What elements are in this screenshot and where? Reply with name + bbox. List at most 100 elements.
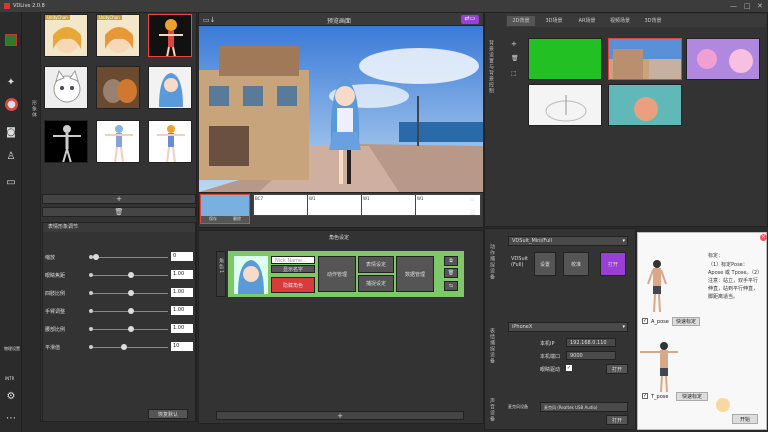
param-slider-knob[interactable] — [128, 326, 134, 332]
more-icon[interactable]: ⋯ — [5, 412, 17, 424]
tab-ar-scene[interactable]: AR场景 — [573, 16, 601, 26]
avatar-thumb-8[interactable] — [96, 120, 140, 163]
add-avatar-button[interactable]: + — [42, 194, 196, 204]
preview-viewport[interactable] — [199, 26, 483, 192]
sidebar-intr-label[interactable]: INTR — [5, 376, 14, 381]
delete-avatar-button[interactable]: 🗑 — [42, 207, 196, 217]
tab-3d-scene[interactable]: 3D场景 — [540, 16, 568, 26]
port-field[interactable]: 9000 — [566, 351, 616, 360]
param-slider-track[interactable] — [93, 257, 168, 258]
tpose-checkbox[interactable]: ✓ — [642, 393, 648, 399]
param-row: 眼睛焦距 1.00 — [45, 270, 195, 280]
keyboard-icon[interactable]: ▭ — [5, 176, 17, 188]
role-avatar-image — [238, 260, 264, 294]
maximize-button[interactable]: □ — [744, 2, 751, 10]
audio-label: 麦克风设备 — [508, 404, 528, 409]
sidebar-physics-label[interactable]: 物理设置 — [4, 346, 20, 352]
param-value-field[interactable]: 0 — [171, 252, 193, 261]
nickname-input[interactable]: Nick Name... — [271, 256, 315, 264]
crop-bg-icon[interactable]: ⬚ — [511, 70, 517, 77]
param-value-field[interactable]: 1.00 — [171, 288, 193, 297]
settings-icon[interactable]: ⚙ — [5, 390, 17, 402]
output-toggle-icon[interactable]: ⇄▭ — [461, 15, 479, 24]
tab-2d-bg[interactable]: 2D背景 — [507, 16, 535, 26]
body-params-title: 表情形象调节 — [43, 223, 195, 232]
close-popup-icon[interactable]: × — [760, 234, 767, 241]
calibration-heading: 标定： — [708, 253, 724, 259]
show-name-button[interactable]: 显示名字 — [271, 265, 315, 273]
apose-quick-button[interactable]: 快速标定 — [672, 317, 700, 326]
avatar-tab-icon[interactable]: ● — [5, 98, 18, 111]
role-delete-icon[interactable]: 🗑 — [444, 268, 458, 278]
capture-settings-button[interactable]: 捕捉设定 — [358, 275, 394, 292]
scene-settings-icon[interactable]: ☰ — [470, 210, 475, 217]
eye-drive-checkbox[interactable]: ✓ — [566, 365, 572, 371]
param-slider-knob[interactable] — [93, 254, 99, 260]
bg-thumb-teal[interactable] — [608, 84, 682, 126]
suit-open-button[interactable]: 打开 — [600, 252, 626, 276]
bg-pink-image — [687, 39, 759, 79]
suit-setup-button[interactable]: 设置 — [534, 252, 556, 276]
tpose-quick-button[interactable]: 快速标定 — [676, 392, 708, 401]
save-scene-label[interactable]: 保存 — [209, 216, 217, 223]
avatar-thumb-3[interactable] — [148, 14, 192, 57]
data-mgmt-button[interactable]: 数据管理 — [396, 256, 434, 292]
action-mgmt-button[interactable]: 动作管理 — [318, 256, 356, 292]
param-row: 平滑值 10 — [45, 342, 195, 352]
delete-scene-label[interactable]: 删除 — [233, 216, 241, 223]
param-slider-knob[interactable] — [128, 308, 134, 314]
bg-thumb-street[interactable] — [608, 38, 682, 80]
expr-settings-button[interactable]: 表情设定 — [358, 256, 394, 273]
face-device-select[interactable]: iPhoneX ▾ — [508, 322, 628, 332]
camera-icon[interactable]: ◙ — [5, 126, 17, 138]
ip-field[interactable]: 192.168.0.110 — [566, 338, 616, 347]
chevron-down-icon: ▾ — [622, 324, 625, 330]
reset-default-button[interactable]: 恢复默认 — [148, 409, 188, 419]
audio-device-select[interactable]: 麦克风 (Realtek USB Audio) — [540, 402, 628, 412]
face-open-button[interactable]: 打开 — [606, 364, 628, 374]
param-value-field[interactable]: 1.00 — [171, 324, 193, 333]
role-copy-icon[interactable]: ⧉ — [444, 256, 458, 266]
monitor-icon[interactable]: ▭↓ — [203, 16, 215, 24]
add-role-button[interactable]: + — [216, 411, 464, 420]
add-bg-icon[interactable]: + — [511, 40, 517, 48]
bg-thumb-white[interactable] — [528, 84, 602, 126]
param-value-field[interactable]: 10 — [171, 342, 193, 351]
audio-open-button[interactable]: 打开 — [606, 415, 628, 425]
param-value-field[interactable]: 1.00 — [171, 270, 193, 279]
avatar-thumb-1[interactable]: UnityChan — [44, 14, 88, 57]
avatar-thumb-2[interactable]: UnityChan — [96, 14, 140, 57]
param-slider-knob[interactable] — [128, 290, 134, 296]
hide-role-button[interactable]: 隐藏角色 — [271, 277, 315, 293]
body-device-select[interactable]: VDSuit_Mini/Full ▾ — [508, 236, 628, 246]
port-label: 本机端口 — [540, 354, 561, 360]
close-button[interactable]: ✕ — [757, 2, 763, 10]
add-scene-icon[interactable]: ▫ — [470, 196, 474, 203]
role-side-tab[interactable]: 角色1 — [216, 251, 226, 297]
param-value-field[interactable]: 1.00 — [171, 306, 193, 315]
avatar-thumb-label: UnityChan — [45, 15, 70, 20]
scene-item-1[interactable]: 保存 删除 — [200, 194, 250, 224]
bg-thumb-green[interactable] — [528, 38, 602, 80]
avatar-thumb-5[interactable] — [96, 66, 140, 109]
param-slider-track[interactable] — [93, 347, 168, 348]
avatar-thumb-9[interactable] — [148, 120, 192, 163]
suit-calibrate-button[interactable]: 校准 — [563, 252, 589, 276]
avatar-thumb-7[interactable] — [44, 120, 88, 163]
minimize-button[interactable]: — — [730, 2, 737, 10]
section-label-avatar: 形象体 — [31, 100, 37, 118]
role-swap-icon[interactable]: ⇆ — [444, 281, 458, 291]
tab-3d-bg[interactable]: 3D背景 — [639, 16, 667, 26]
bg-thumb-pink[interactable] — [686, 38, 760, 80]
calibration-start-button[interactable]: 开始 — [732, 414, 758, 424]
param-slider-knob[interactable] — [121, 344, 127, 350]
avatar-thumb-4[interactable] — [44, 66, 88, 109]
avatar-thumb-6[interactable] — [148, 66, 192, 109]
sparkle-icon[interactable]: ✦ — [5, 76, 17, 88]
pose-icon[interactable]: ♙ — [5, 150, 17, 162]
delete-bg-icon[interactable]: 🗑 — [511, 55, 519, 62]
scene-icon[interactable] — [5, 34, 17, 46]
apose-checkbox[interactable]: ✓ — [642, 318, 648, 324]
tab-video-scene[interactable]: 视频场景 — [606, 16, 634, 26]
param-slider-knob[interactable] — [128, 272, 134, 278]
